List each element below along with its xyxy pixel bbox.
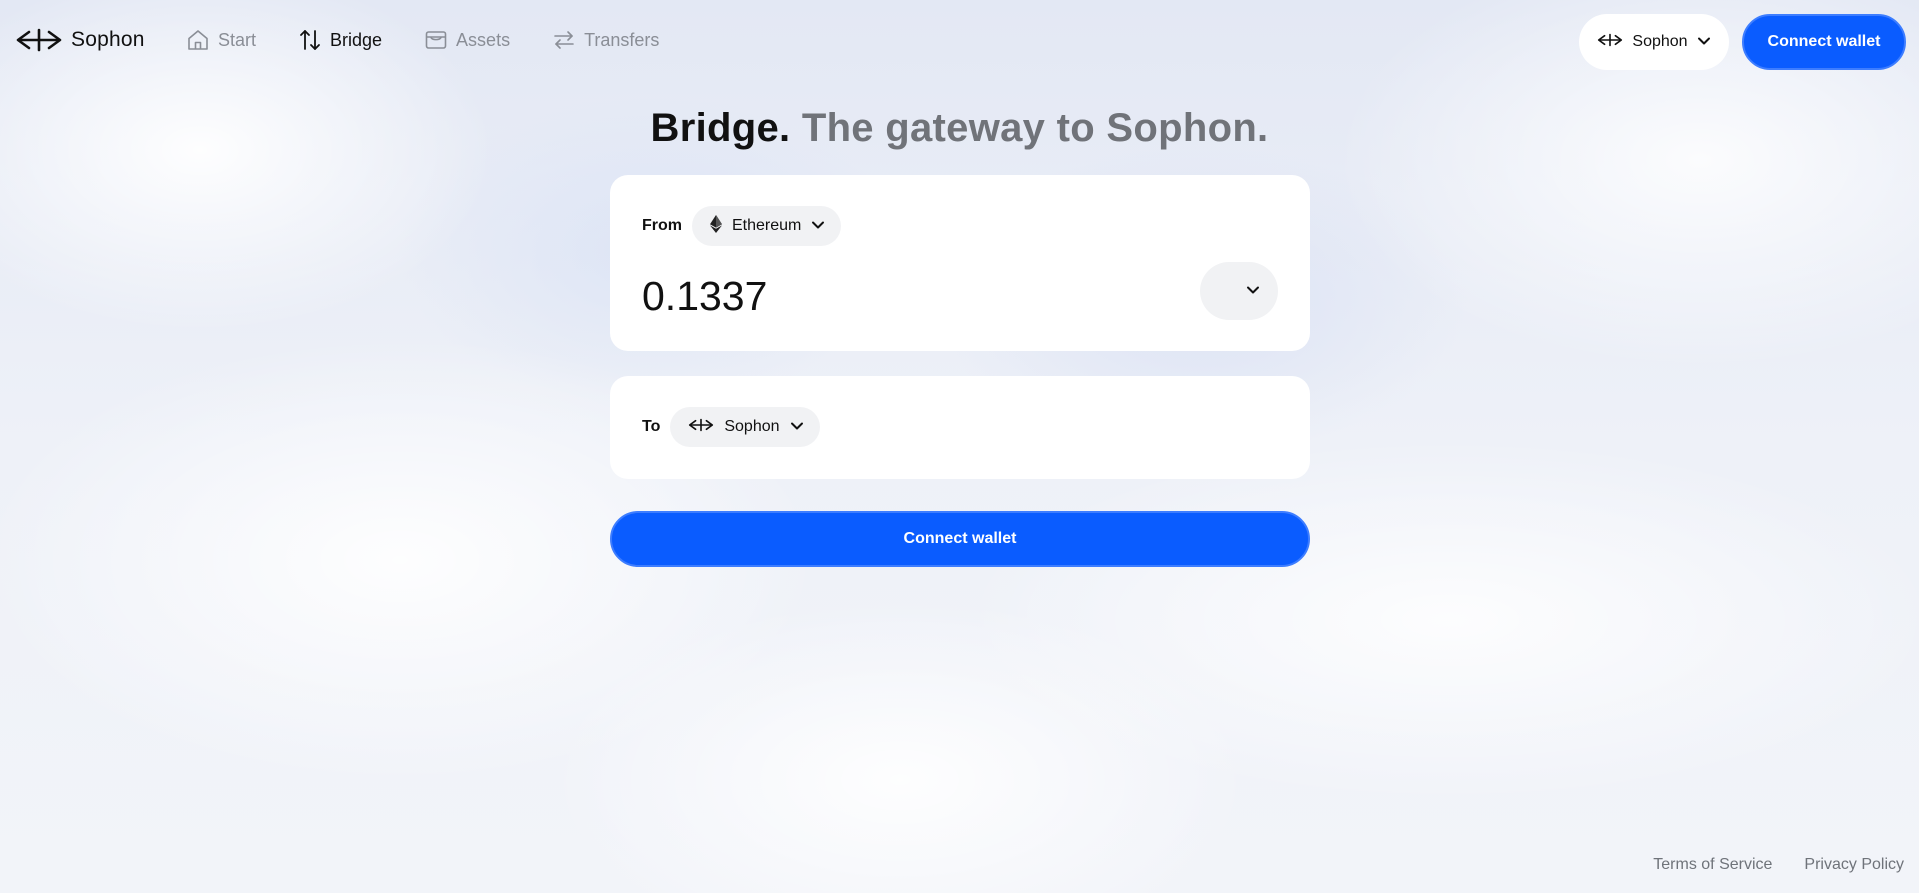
sophon-logo-icon (15, 27, 63, 53)
from-chain-name: Ethereum (732, 217, 802, 234)
main-nav: Start Bridge Assets Transfers (186, 28, 701, 52)
chevron-down-icon (811, 217, 825, 235)
connect-wallet-button[interactable]: Connect wallet (1742, 14, 1906, 70)
to-chain-name: Sophon (724, 418, 780, 435)
page-title-tagline: The gateway to Sophon. (801, 106, 1269, 150)
connect-wallet-main-button[interactable]: Connect wallet (610, 511, 1310, 567)
nav-item-transfers[interactable]: Transfers (552, 28, 659, 52)
nav-item-start[interactable]: Start (186, 28, 256, 52)
privacy-link[interactable]: Privacy Policy (1804, 856, 1904, 874)
brand[interactable]: Sophon (15, 27, 145, 53)
footer: Terms of Service Privacy Policy (1653, 856, 1904, 874)
arrows-left-right-icon (552, 28, 576, 52)
nav-item-label: Bridge (330, 29, 383, 50)
swap-vertical-icon (298, 28, 322, 52)
nav-item-bridge[interactable]: Bridge (298, 28, 382, 52)
top-bar: Sophon Start Bridge Assets Transfers Sop… (0, 0, 1919, 84)
terms-link[interactable]: Terms of Service (1653, 856, 1772, 874)
home-icon (186, 28, 210, 52)
page-title-bold: Bridge. (650, 106, 791, 150)
network-selector[interactable]: Sophon (1579, 14, 1729, 70)
nav-item-label: Start (218, 29, 257, 50)
token-selector[interactable] (1200, 262, 1278, 320)
nav-item-assets[interactable]: Assets (424, 28, 510, 52)
from-card: From Ethereum (610, 175, 1310, 351)
network-label: Sophon (1632, 33, 1688, 50)
from-label: From (642, 217, 682, 234)
chevron-down-icon (790, 418, 804, 436)
to-row: To Sophon (642, 407, 820, 447)
chevron-down-icon (1697, 33, 1711, 51)
ethereum-icon (710, 214, 722, 238)
chevron-down-icon (1246, 282, 1260, 300)
to-card: To Sophon (610, 376, 1310, 479)
brand-name: Sophon (71, 28, 145, 51)
from-row: From Ethereum (642, 206, 842, 246)
amount-input[interactable] (642, 268, 1162, 324)
page-title: Bridge. The gateway to Sophon. (0, 106, 1919, 151)
to-chain-selector[interactable]: Sophon (670, 407, 820, 447)
to-label: To (642, 418, 661, 435)
sophon-logo-icon (688, 418, 714, 437)
nav-item-label: Transfers (584, 29, 660, 50)
from-chain-selector[interactable]: Ethereum (692, 206, 842, 246)
sophon-logo-icon (1597, 33, 1623, 52)
wallet-icon (424, 28, 448, 52)
nav-item-label: Assets (456, 29, 511, 50)
